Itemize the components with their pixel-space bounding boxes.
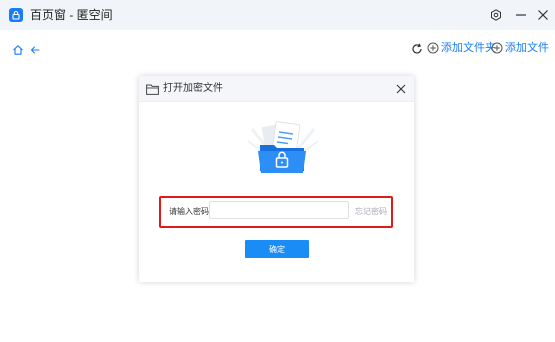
dialog-header: 打开加密文件 [139, 76, 414, 102]
password-row: 请输入密码 忘记密码 [159, 196, 393, 228]
forgot-password-link[interactable]: 忘记密码 [355, 207, 387, 217]
add-file-button[interactable]: 添加文件 [491, 41, 549, 55]
close-icon[interactable] [535, 7, 551, 23]
home-icon[interactable] [12, 43, 24, 55]
title-bar: 百页窗 - 匿空间 [0, 0, 555, 30]
add-folder-button[interactable]: 添加文件夹 [427, 41, 496, 55]
password-label: 请输入密码 [169, 207, 209, 216]
folder-icon [146, 82, 159, 95]
minimize-icon[interactable] [513, 7, 529, 23]
window-title: 百页窗 - 匿空间 [30, 8, 113, 22]
open-encrypted-file-dialog: 打开加密文件 请输入密码 忘记密码 确定 [139, 76, 414, 282]
add-folder-label: 添加文件夹 [441, 42, 496, 54]
add-file-label: 添加文件 [505, 42, 549, 54]
confirm-button[interactable]: 确定 [245, 240, 309, 258]
dialog-title: 打开加密文件 [163, 83, 223, 94]
app-lock-icon [9, 8, 23, 22]
locked-folder-icon [246, 121, 320, 179]
settings-icon[interactable] [488, 7, 504, 23]
plus-circle-icon [427, 42, 439, 54]
password-input[interactable] [209, 201, 349, 219]
refresh-icon[interactable] [411, 42, 423, 54]
back-arrow-icon[interactable] [29, 43, 41, 55]
close-icon[interactable] [395, 82, 407, 94]
plus-circle-icon [491, 42, 503, 54]
